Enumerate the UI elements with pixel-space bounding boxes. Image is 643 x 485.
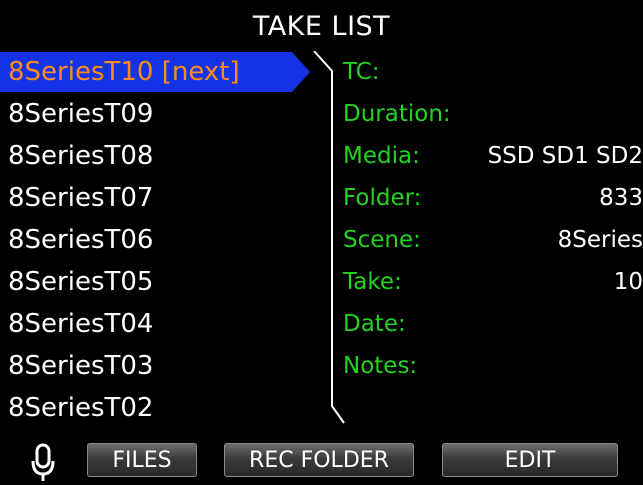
folder-value: 833: [599, 185, 643, 211]
take-item-selected[interactable]: 8SeriesT10 [next]: [0, 51, 330, 93]
scene-label: Scene:: [343, 227, 421, 253]
detail-folder: Folder: 833: [343, 177, 643, 219]
take-label: 8SeriesT10 [next]: [8, 57, 240, 87]
take-item[interactable]: 8SeriesT02: [0, 387, 330, 429]
media-label: Media:: [343, 143, 420, 169]
take-item[interactable]: 8SeriesT04: [0, 303, 330, 345]
take-list: 8SeriesT10 [next] 8SeriesT09 8SeriesT08 …: [0, 51, 330, 429]
microphone-icon[interactable]: [30, 443, 56, 483]
detail-date: Date:: [343, 303, 643, 345]
folder-label: Folder:: [343, 185, 422, 211]
detail-scene: Scene: 8Series: [343, 219, 643, 261]
duration-label: Duration:: [343, 101, 451, 127]
notes-label: Notes:: [343, 353, 418, 379]
media-value: SSD SD1 SD2: [487, 143, 643, 169]
detail-duration: Duration:: [343, 93, 643, 135]
detail-media: Media: SSD SD1 SD2: [343, 135, 643, 177]
scene-value: 8Series: [557, 227, 643, 253]
take-value: 10: [613, 269, 643, 295]
rec-folder-button[interactable]: REC FOLDER: [224, 443, 414, 477]
take-item[interactable]: 8SeriesT06: [0, 219, 330, 261]
detail-take: Take: 10: [343, 261, 643, 303]
take-item[interactable]: 8SeriesT07: [0, 177, 330, 219]
date-label: Date:: [343, 311, 406, 337]
detail-tc: TC:: [343, 51, 643, 93]
detail-notes: Notes:: [343, 345, 643, 387]
tc-label: TC:: [343, 59, 380, 85]
take-item[interactable]: 8SeriesT03: [0, 345, 330, 387]
take-label: Take:: [343, 269, 402, 295]
bottom-toolbar: FILES REC FOLDER EDIT: [0, 438, 643, 485]
page-title: TAKE LIST: [252, 11, 391, 42]
take-item[interactable]: 8SeriesT08: [0, 135, 330, 177]
take-item[interactable]: 8SeriesT09: [0, 93, 330, 135]
take-details-panel: TC: Duration: Media: SSD SD1 SD2 Folder:…: [343, 51, 643, 387]
take-item[interactable]: 8SeriesT05: [0, 261, 330, 303]
edit-button[interactable]: EDIT: [442, 443, 618, 477]
files-button[interactable]: FILES: [87, 443, 197, 477]
